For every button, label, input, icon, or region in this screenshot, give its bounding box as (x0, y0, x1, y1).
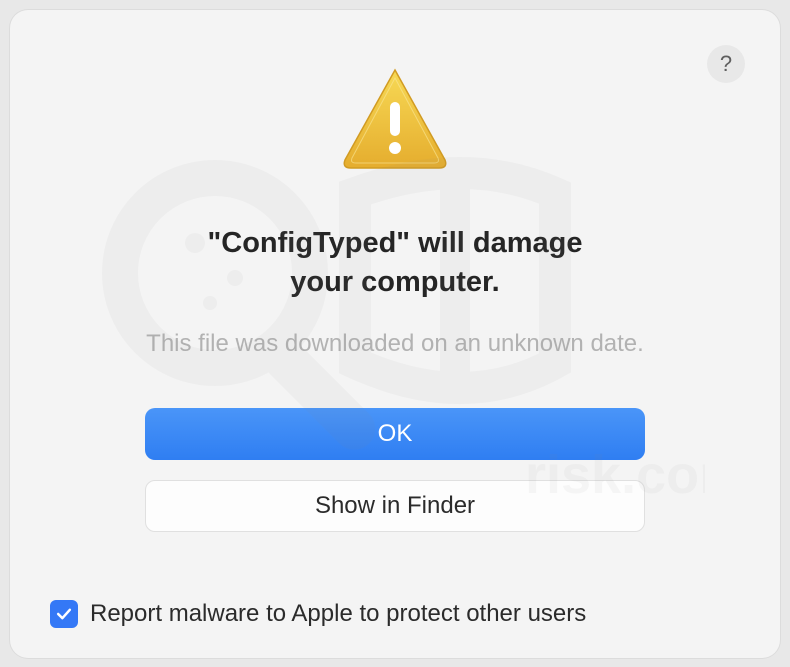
help-button[interactable]: ? (707, 45, 745, 83)
dialog-subtitle: This file was downloaded on an unknown d… (146, 330, 644, 358)
show-in-finder-label: Show in Finder (315, 492, 475, 520)
button-container: OK Show in Finder (145, 408, 645, 532)
ok-button-label: OK (378, 420, 413, 448)
alert-dialog: risk.com ? "ConfigTyped" will damage you… (10, 10, 780, 658)
show-in-finder-button[interactable]: Show in Finder (145, 480, 645, 532)
title-line-2: your computer. (290, 266, 500, 298)
warning-icon (335, 60, 455, 180)
help-icon: ? (720, 51, 732, 77)
checkbox-row: Report malware to Apple to protect other… (50, 600, 586, 628)
title-line-1: "ConfigTyped" will damage (208, 227, 583, 259)
report-malware-checkbox[interactable] (50, 600, 78, 628)
dialog-title: "ConfigTyped" will damage your computer. (208, 224, 583, 302)
report-malware-label: Report malware to Apple to protect other… (90, 600, 586, 628)
ok-button[interactable]: OK (145, 408, 645, 460)
checkmark-icon (54, 604, 74, 624)
